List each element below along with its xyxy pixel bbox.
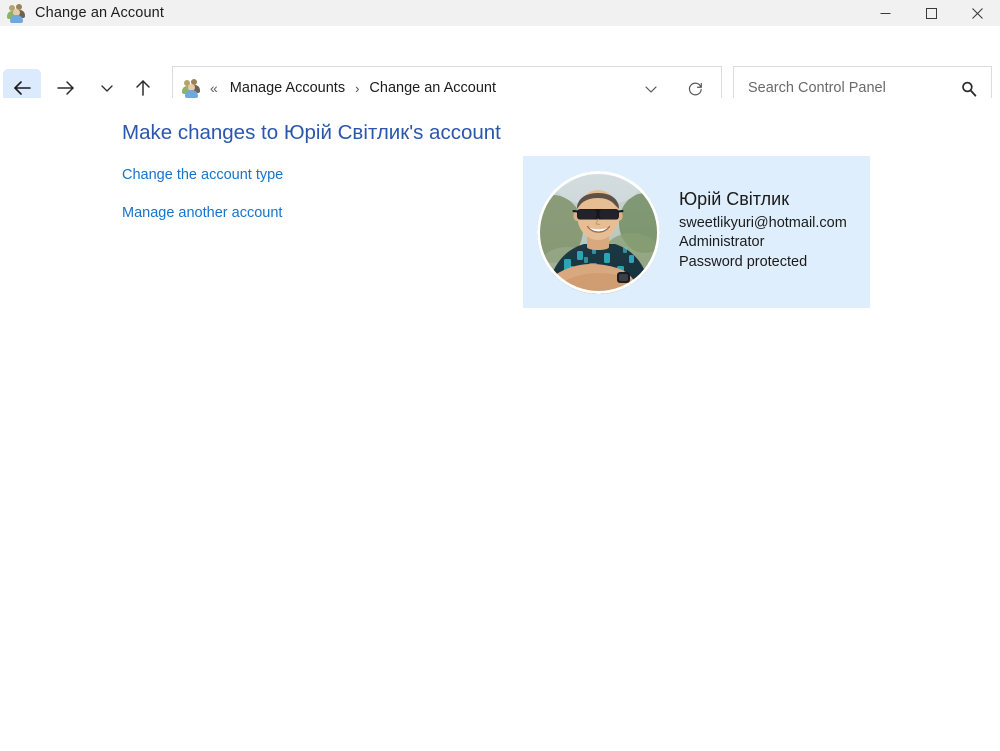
account-password-status: Password protected [679,253,808,270]
chevron-down-icon [645,86,657,93]
arrow-left-icon [14,81,31,95]
account-name: Юрій Світлик [679,188,790,209]
breadcrumb-overflow-indicator[interactable]: « [210,80,218,96]
breadcrumb-separator-icon: › [355,80,360,96]
minimize-button[interactable] [862,0,908,26]
breadcrumb-item-change-an-account[interactable]: Change an Account [369,80,496,96]
account-type: Administrator [679,234,765,251]
arrow-right-icon [57,81,74,95]
avatar [537,170,660,294]
breadcrumb-item-manage-accounts[interactable]: Manage Accounts [230,80,345,96]
task-link-list: Change the account type Manage another a… [122,167,283,243]
refresh-icon [688,82,702,95]
account-email: sweetlikyuri@hotmail.com [679,214,847,231]
user-accounts-icon [7,4,26,23]
content-area: Make changes to Юрій Світлик's account C… [0,98,1000,751]
link-manage-another-account[interactable]: Manage another account [122,205,282,221]
search-input[interactable] [746,79,945,97]
close-button[interactable] [954,0,1000,26]
account-summary-card: Юрій Світлик sweetlikyuri@hotmail.com Ad… [523,156,870,308]
navigation-bar: « Manage Accounts › Change an Account [0,26,1000,110]
maximize-button[interactable] [908,0,954,26]
arrow-up-icon [136,80,150,96]
address-user-accounts-icon [182,79,201,98]
link-change-the-account-type[interactable]: Change the account type [122,167,283,183]
chevron-down-icon [101,85,113,92]
account-details: Юрій Світлик sweetlikyuri@hotmail.com Ad… [679,190,847,275]
page-title: Make changes to Юрій Світлик's account [122,121,501,144]
window-controls [862,0,1000,26]
window-title: Change an Account [35,5,165,21]
title-bar: Change an Account [0,0,1000,26]
